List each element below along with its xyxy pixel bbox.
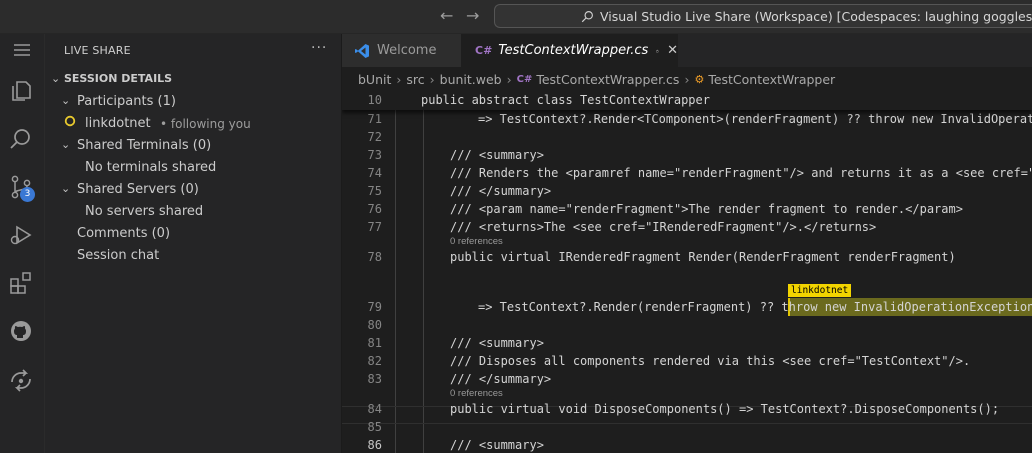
command-center-label: Visual Studio Live Share (Workspace) [Co… — [600, 8, 1032, 24]
code-line: public virtual IRenderedFragment Render(… — [450, 250, 956, 264]
code-line: /// Disposes all components rendered via… — [450, 354, 971, 368]
code-line: /// <summary> — [450, 148, 544, 162]
line-number: 71 — [367, 112, 382, 126]
scm-badge: 3 — [20, 187, 35, 202]
forward-arrow-icon[interactable]: → — [466, 6, 479, 25]
participant-name[interactable]: linkdotnet — [85, 116, 151, 131]
sidebar-title: LIVE SHARE — [64, 44, 131, 57]
live-share-icon[interactable] — [8, 368, 34, 394]
code-line: /// <returns>The <see cref="IRenderedFra… — [450, 220, 877, 234]
code-line: /// </summary> — [450, 372, 552, 386]
session-details-header[interactable]: SESSION DETAILS — [64, 72, 172, 85]
csharp-file-icon: C# — [475, 44, 493, 57]
lock-icon — [656, 49, 659, 52]
code-line: /// <summary> — [450, 438, 544, 452]
line-number: 72 — [367, 130, 382, 144]
tab-testcontextwrapper[interactable]: C# TestContextWrapper.cs ✕ — [461, 34, 678, 67]
csharp-file-icon: C# — [516, 74, 533, 85]
close-icon[interactable]: ✕ — [667, 43, 678, 58]
github-icon[interactable] — [8, 318, 34, 344]
participants-item[interactable]: Participants (1) — [77, 94, 176, 109]
chevron-down-icon[interactable]: ⌄ — [51, 72, 60, 85]
line-number: 81 — [367, 336, 382, 350]
chevron-down-icon[interactable]: ⌄ — [61, 182, 70, 195]
code-line: public abstract class TestContextWrapper — [421, 93, 710, 107]
search-icon — [581, 10, 593, 22]
title-bar: ← → Visual Studio Live Share (Workspace)… — [0, 0, 1032, 34]
line-number: 10 — [367, 93, 382, 107]
class-symbol-icon: ⚙ — [694, 73, 705, 86]
breadcrumb-item[interactable]: src — [406, 72, 424, 87]
code-editor[interactable]: 10 public abstract class TestContextWrapp… — [342, 91, 1032, 453]
breadcrumb: bUnit › src › bunit.web › C# TestContextWra… — [358, 72, 836, 87]
command-center[interactable]: Visual Studio Live Share (Workspace) [Co… — [494, 4, 1032, 28]
back-arrow-icon[interactable]: ← — [440, 6, 453, 25]
codelens-references[interactable]: 0 references — [450, 388, 503, 399]
explorer-icon[interactable] — [8, 78, 34, 104]
tab-welcome-label: Welcome — [377, 43, 437, 58]
activity-bar: 3 — [0, 34, 45, 453]
shared-servers-item[interactable]: Shared Servers (0) — [77, 182, 199, 197]
code-line: /// <param name="renderFragment">The ren… — [450, 202, 963, 216]
code-line: => TestContext?.Render<TComponent>(rende… — [478, 112, 1032, 126]
chevron-down-icon[interactable]: ⌄ — [61, 138, 70, 151]
menu-icon[interactable] — [10, 42, 34, 60]
code-line: /// Renders the <paramref name="renderFr… — [450, 166, 1032, 180]
line-number: 84 — [367, 402, 382, 416]
line-number: 79 — [367, 300, 382, 314]
breadcrumb-item[interactable]: TestContextWrapper.cs — [536, 72, 679, 87]
more-actions-icon[interactable]: ··· — [311, 40, 327, 56]
no-servers-text: No servers shared — [85, 204, 204, 219]
run-debug-icon[interactable] — [8, 222, 34, 248]
editor-area: Welcome C# TestContextWrapper.cs ✕ bUnit… — [342, 34, 1032, 453]
code-line: /// </summary> — [450, 184, 552, 198]
breadcrumb-item[interactable]: bunit.web — [440, 72, 502, 87]
line-number: 85 — [367, 420, 382, 434]
breadcrumb-item[interactable]: TestContextWrapper — [708, 72, 835, 87]
line-number: 74 — [367, 166, 382, 180]
line-number: 83 — [367, 372, 382, 386]
code-line: /// <summary> — [450, 336, 544, 350]
line-number: 75 — [367, 184, 382, 198]
tab-bar: Welcome C# TestContextWrapper.cs ✕ — [342, 34, 1032, 67]
line-number: 76 — [367, 202, 382, 216]
line-number: 82 — [367, 354, 382, 368]
tab-welcome[interactable]: Welcome — [342, 34, 461, 67]
line-number: 77 — [367, 220, 382, 234]
comments-item[interactable]: Comments (0) — [77, 226, 170, 241]
live-share-sidebar: LIVE SHARE ··· ⌄ SESSION DETAILS ⌄ Parti… — [45, 34, 342, 453]
codelens-references[interactable]: 0 references — [450, 236, 503, 247]
line-number: 86 — [367, 438, 382, 452]
participant-status: • following you — [160, 117, 251, 131]
chevron-down-icon[interactable]: ⌄ — [61, 94, 70, 107]
participant-flag: linkdotnet — [788, 284, 852, 297]
extensions-icon[interactable] — [8, 270, 34, 296]
vscode-logo-icon — [355, 43, 369, 58]
shared-terminals-item[interactable]: Shared Terminals (0) — [77, 138, 211, 153]
line-number: 80 — [367, 318, 382, 332]
session-chat-item[interactable]: Session chat — [77, 248, 159, 263]
participant-presence-icon — [64, 115, 76, 127]
line-number: 78 — [367, 250, 382, 264]
breadcrumb-item[interactable]: bUnit — [358, 72, 391, 87]
search-icon[interactable] — [8, 126, 34, 152]
line-number: 73 — [367, 148, 382, 162]
tab-active-label: TestContextWrapper.cs — [498, 43, 649, 58]
code-line: => TestContext?.Render(renderFragment) ?… — [478, 300, 1032, 314]
no-terminals-text: No terminals shared — [85, 160, 217, 175]
code-line: public virtual void DisposeComponents() … — [450, 402, 1000, 416]
sticky-scroll[interactable]: 10 public abstract class TestContextWrapp… — [342, 91, 1032, 110]
